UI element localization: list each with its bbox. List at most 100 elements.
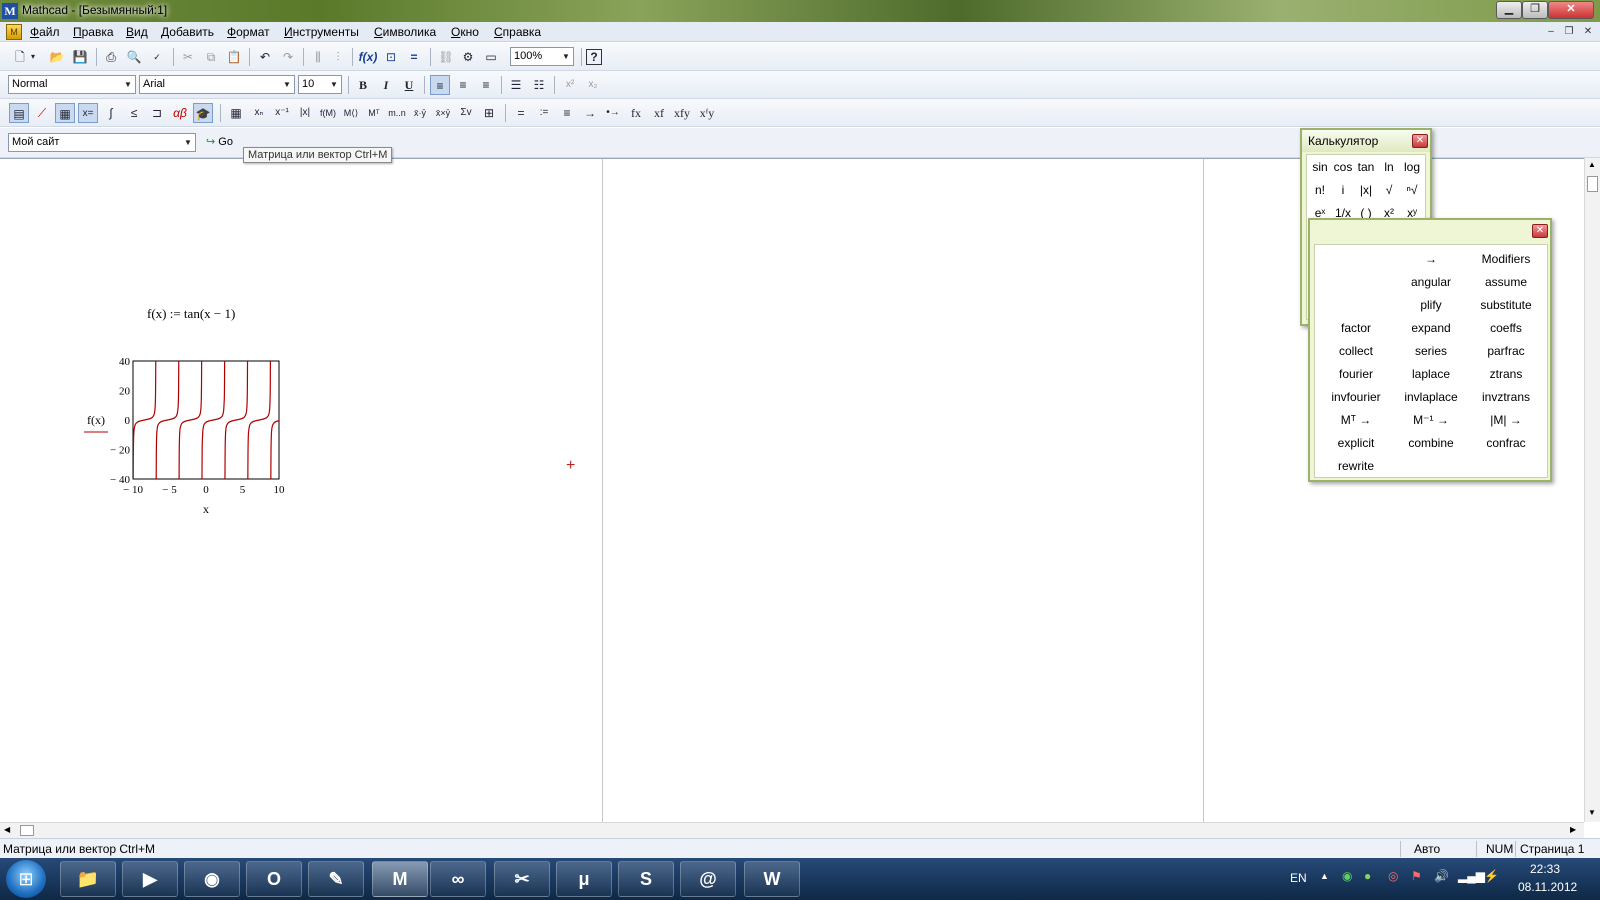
taskbar-word-button[interactable]: W	[744, 861, 800, 897]
paste-icon[interactable]: 📋	[224, 47, 244, 67]
new-icon[interactable]: 🗋	[10, 47, 30, 67]
mdi-restore-button[interactable]: ❐	[1561, 25, 1577, 39]
print-icon[interactable]: ⎙	[101, 47, 121, 67]
postfix-operator-button[interactable]: xf	[649, 103, 669, 123]
symbolic-keyword-button[interactable]: factor	[1319, 318, 1393, 338]
network-tray-icon[interactable]: ▂▄▆	[1458, 869, 1485, 883]
vertical-scrollbar[interactable]: ▲ ▼	[1584, 158, 1600, 822]
boolean-toolbar-icon[interactable]: ≤	[124, 103, 144, 123]
insert-hyperlink-icon[interactable]: ⛓	[436, 47, 456, 67]
symbolic-keyword-button[interactable]: collect	[1319, 341, 1393, 361]
symbolic-keyword-button[interactable]: invztrans	[1469, 387, 1543, 407]
agent-tray-icon[interactable]: ●	[1364, 869, 1371, 883]
symbolic-keyword-button[interactable]: confrac	[1469, 433, 1543, 453]
align-right-icon[interactable]: ≡	[476, 75, 496, 95]
symbolic-keyword-button[interactable]: M⁻¹ →	[1394, 410, 1468, 430]
mdi-close-button[interactable]: ✕	[1580, 25, 1596, 39]
menu-file[interactable]: Файл	[30, 25, 60, 39]
subscript-icon[interactable]: xₙ	[249, 103, 269, 123]
resource-center-icon[interactable]: ▭	[481, 47, 501, 67]
scroll-right-icon[interactable]: ▶	[1570, 825, 1576, 834]
language-indicator[interactable]: EN	[1290, 871, 1307, 885]
taskbar-infinity-button[interactable]: ∞	[430, 861, 486, 897]
close-window-button[interactable]: ✕	[1548, 1, 1594, 19]
evaluation-toolbar-icon[interactable]: x=	[78, 103, 98, 123]
utorrent-tray-icon[interactable]: ◉	[1342, 869, 1352, 883]
picture-icon[interactable]: ⊞	[479, 103, 499, 123]
taskbar-mail-agent-button[interactable]: @	[680, 861, 736, 897]
symbolic-toolbar-icon[interactable]: 🎓	[193, 103, 213, 123]
superscript-button[interactable]: x²	[560, 75, 580, 95]
align-across-icon[interactable]: ⫼	[308, 47, 328, 67]
minimize-button[interactable]: ▁	[1496, 1, 1522, 19]
plot-region[interactable]: 40 20 0− 20− 40− 10− 5 0 5 10 f(x) x	[80, 356, 300, 530]
taskbar-opera-button[interactable]: O	[246, 861, 302, 897]
horizontal-scrollbar[interactable]: ◀ ▶	[0, 822, 1584, 838]
symbolic-keyword-button[interactable]: invfourier	[1319, 387, 1393, 407]
align-down-icon[interactable]: ⫶	[328, 47, 348, 67]
font-size-select[interactable]: 10 ▼	[298, 75, 342, 94]
subscript-button[interactable]: x₂	[583, 75, 603, 95]
taskbar-media-player-button[interactable]: ▶	[122, 861, 178, 897]
symbolic-keyword-button[interactable]: series	[1394, 341, 1468, 361]
symbolic-keyword-button[interactable]: invlaplace	[1394, 387, 1468, 407]
taskbar-mathcad-button[interactable]: M	[372, 861, 428, 897]
prefix-operator-button[interactable]: fx	[626, 103, 646, 123]
vector-sum-icon[interactable]: Σv	[456, 103, 476, 123]
symbolic-keyword-button[interactable]: plify	[1394, 295, 1468, 315]
transpose-icon[interactable]: Mᵀ	[364, 103, 384, 123]
font-select[interactable]: Arial ▼	[139, 75, 295, 94]
clock-time[interactable]: 22:33	[1530, 862, 1560, 876]
cut-icon[interactable]: ✂	[178, 47, 198, 67]
open-icon[interactable]: 📂	[47, 47, 67, 67]
calculator-key[interactable]: |x|	[1355, 180, 1377, 200]
maximize-button[interactable]: ❐	[1522, 1, 1548, 19]
symbolic-keyword-button[interactable]: |M| →	[1469, 410, 1543, 430]
calculus-toolbar-icon[interactable]: ∫	[101, 103, 121, 123]
vertical-scroll-thumb[interactable]	[1587, 176, 1598, 192]
symbolic-keyword-button[interactable]: rewrite	[1319, 456, 1393, 476]
menu-format[interactable]: Формат	[227, 25, 270, 39]
align-left-icon[interactable]: ≡	[430, 75, 450, 95]
new-dropdown-icon[interactable]: ▾	[28, 47, 38, 67]
calculator-key[interactable]: tan	[1355, 157, 1377, 177]
symbolic-keyword-button[interactable]: Mᵀ →	[1319, 410, 1393, 430]
symbolic-keyword-button[interactable]: combine	[1394, 433, 1468, 453]
start-button[interactable]: ⊞	[6, 860, 46, 898]
help-icon[interactable]: ?	[586, 49, 602, 65]
power-tray-icon[interactable]: ⚡	[1484, 869, 1499, 883]
resources-select[interactable]: Мой сайт ▼	[8, 133, 196, 152]
underline-button[interactable]: U	[399, 75, 419, 95]
menu-window[interactable]: Окно	[451, 25, 479, 39]
insert-unit-icon[interactable]: ⊡	[381, 47, 401, 67]
symbolic-keyword-button[interactable]: expand	[1394, 318, 1468, 338]
antivirus-tray-icon[interactable]: ◎	[1388, 869, 1398, 883]
scroll-up-icon[interactable]: ▲	[1588, 160, 1596, 169]
taskbar-skype-button[interactable]: S	[618, 861, 674, 897]
menu-edit[interactable]: Правка	[73, 25, 114, 39]
undo-icon[interactable]: ↶	[255, 47, 275, 67]
insert-function-icon[interactable]: f(x)	[358, 47, 378, 67]
evaluate-button[interactable]: =	[511, 103, 531, 123]
determinant-icon[interactable]: |x|	[295, 103, 315, 123]
calculator-key[interactable]: √	[1378, 180, 1400, 200]
symbolic-keyword-button[interactable]: substitute	[1469, 295, 1543, 315]
menu-tools[interactable]: Инструменты	[284, 25, 359, 39]
mdi-minimize-button[interactable]: –	[1543, 25, 1559, 39]
symbolic-keyword-button[interactable]: parfrac	[1469, 341, 1543, 361]
cross-product-icon[interactable]: x̄×ȳ	[433, 103, 453, 123]
redo-icon[interactable]: ↷	[278, 47, 298, 67]
insert-matrix-icon[interactable]: ▦	[226, 103, 246, 123]
calculator-key[interactable]: n!	[1309, 180, 1331, 200]
calculator-key[interactable]: log	[1401, 157, 1423, 177]
numbered-list-icon[interactable]: ☷	[529, 75, 549, 95]
symbolic-keyword-button[interactable]: explicit	[1319, 433, 1393, 453]
calculator-key[interactable]: ⁿ√	[1401, 180, 1423, 200]
symbolic-close-icon[interactable]: ✕	[1532, 224, 1548, 238]
global-definition-button[interactable]: ≡	[557, 103, 577, 123]
function-definition[interactable]: f(x) := tan(x − 1)	[147, 306, 235, 322]
treefix-operator-button[interactable]: xᶠy	[696, 103, 718, 123]
save-icon[interactable]: 💾	[70, 47, 90, 67]
scroll-down-icon[interactable]: ▼	[1588, 808, 1596, 817]
infix-operator-button[interactable]: xfy	[670, 103, 694, 123]
